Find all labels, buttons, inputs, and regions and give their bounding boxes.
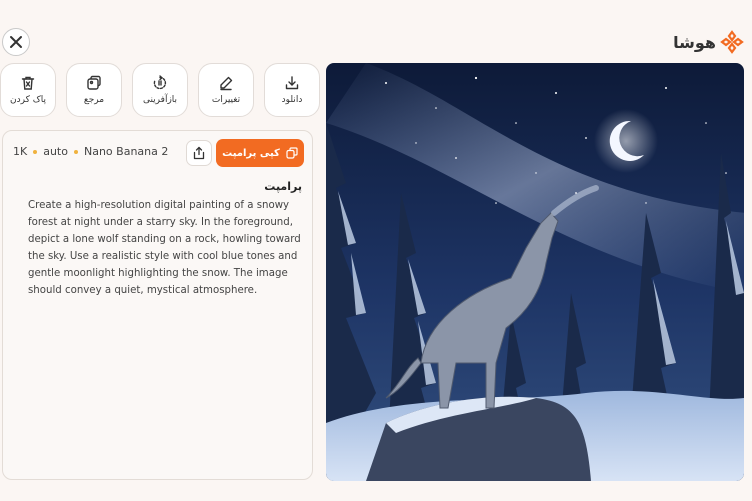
generated-image[interactable] [326, 63, 744, 481]
share-button[interactable] [186, 140, 212, 166]
separator-dot [73, 149, 78, 154]
image-toolbar: پاک کردن مرجع بازآفرینی تغییرات دانلود [0, 63, 320, 117]
copy-prompt-label: کپی پرامپت [222, 147, 280, 159]
model-value: Nano Banana 2 [83, 145, 169, 158]
edit-label: تغییرات [211, 95, 241, 105]
generation-meta: 1K auto Nano Banana 2 [13, 145, 168, 158]
close-button[interactable] [2, 28, 30, 56]
download-icon [285, 76, 299, 90]
reference-label: مرجع [83, 95, 105, 105]
clear-label: پاک کردن [9, 95, 47, 105]
prompt-text: Create a high-resolution digital paintin… [28, 200, 301, 296]
wolf-forest-image [326, 63, 744, 481]
clear-button[interactable]: پاک کردن [0, 63, 56, 117]
separator-dot [33, 149, 38, 154]
trash-icon [21, 76, 35, 90]
resolution-value: 1K [13, 145, 28, 158]
reference-icon [87, 75, 101, 90]
brand-mark-icon [720, 30, 744, 54]
aspect-value: auto [43, 145, 68, 158]
prompt-heading: پرامپت [264, 180, 302, 193]
details-panel: 1K auto Nano Banana 2 کپی پرامپت پرامپت … [2, 130, 313, 480]
copy-prompt-button[interactable]: کپی پرامپت [216, 139, 304, 167]
share-icon [193, 146, 205, 160]
copy-icon [286, 147, 298, 159]
brand-name: هوشا [673, 32, 716, 52]
regenerate-button[interactable]: بازآفرینی [132, 63, 188, 117]
reference-button[interactable]: مرجع [66, 63, 122, 117]
download-label: دانلود [281, 95, 303, 105]
edit-button[interactable]: تغییرات [198, 63, 254, 117]
download-button[interactable]: دانلود [264, 63, 320, 117]
regenerate-icon [153, 75, 167, 90]
close-icon [10, 36, 22, 48]
edit-icon [220, 76, 233, 91]
brand-logo: هوشا [673, 30, 744, 54]
regenerate-label: بازآفرینی [142, 95, 178, 105]
